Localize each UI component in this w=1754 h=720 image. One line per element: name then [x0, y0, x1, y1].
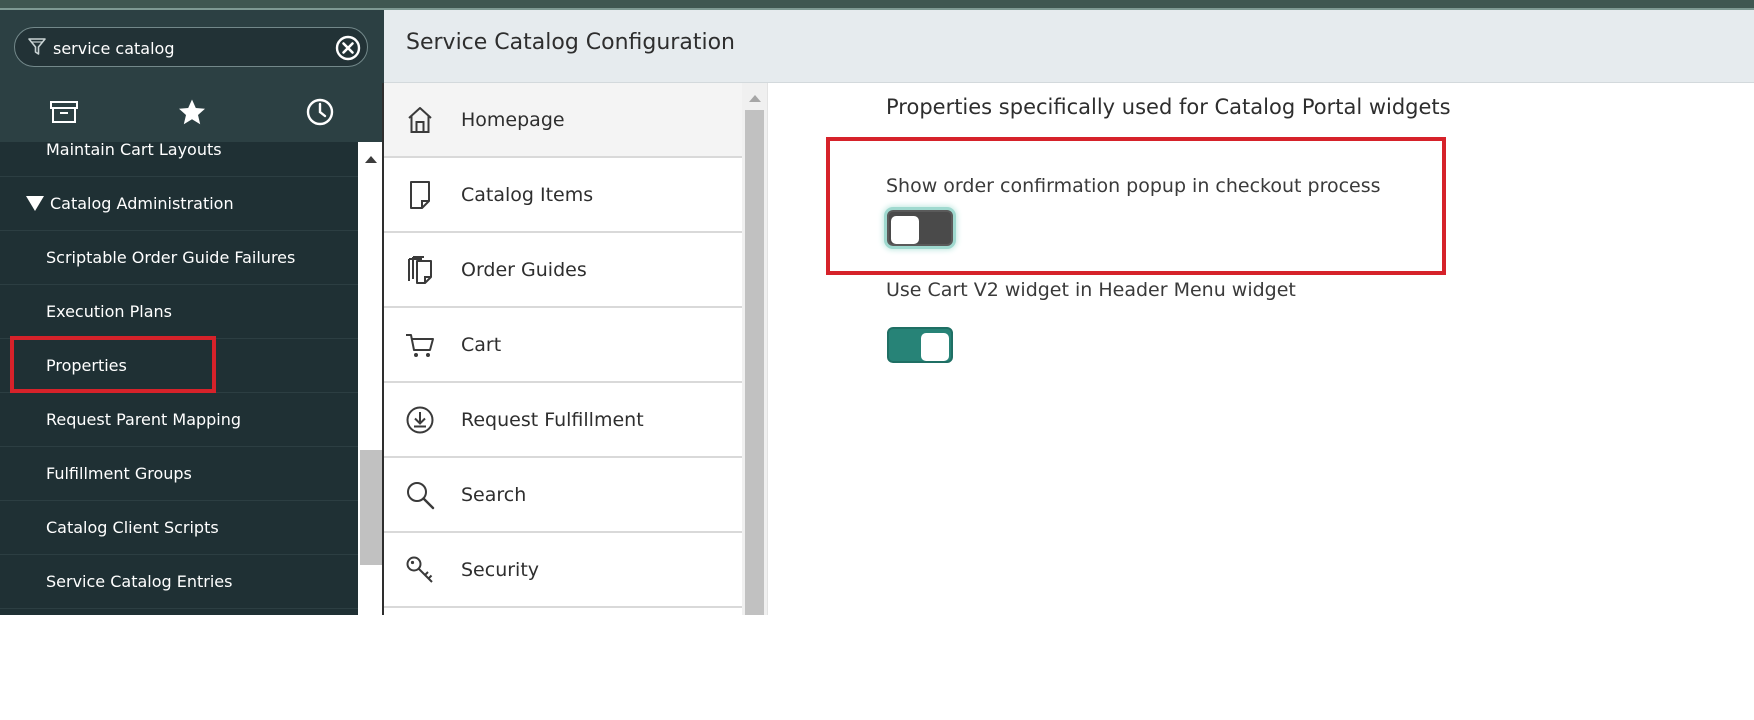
nav-item-label: Maintain Cart Layouts	[46, 142, 222, 159]
menu-item-label: Search	[461, 483, 527, 506]
menu-item-label: Catalog Items	[461, 183, 594, 206]
nav-item-label: Execution Plans	[46, 302, 172, 321]
scroll-up-arrow-icon[interactable]	[365, 156, 377, 163]
filter-input[interactable]	[53, 36, 333, 60]
menu-item-label: Request Fulfillment	[461, 408, 644, 431]
menu-item-label: Security	[461, 558, 540, 581]
catalog-menu-scrollbar[interactable]	[742, 83, 767, 615]
star-icon	[177, 98, 207, 130]
top-banner	[0, 0, 1754, 10]
nav-group-label: Catalog Administration	[50, 194, 234, 213]
highlight-box	[826, 137, 1446, 275]
tab-all-applications[interactable]	[0, 92, 128, 136]
cart-v2-widget-toggle[interactable]	[887, 327, 953, 363]
nav-group-catalog-administration[interactable]: Catalog Administration	[0, 177, 358, 231]
tab-history[interactable]	[256, 92, 384, 136]
menu-item-catalog-items[interactable]: Catalog Items	[384, 158, 742, 233]
archive-icon	[49, 99, 79, 129]
nav-item-label: Fulfillment Groups	[46, 464, 192, 483]
filter-bar	[0, 10, 384, 86]
clock-icon	[305, 97, 335, 131]
filter-icon	[27, 36, 47, 58]
search-icon	[404, 479, 436, 511]
document-icon	[404, 179, 436, 211]
property-label: Use Cart V2 widget in Header Menu widget	[886, 279, 1296, 301]
navigator-tabs	[0, 86, 384, 142]
menu-item-security[interactable]: Security	[384, 533, 742, 608]
page-header: Service Catalog Configuration	[384, 10, 1754, 83]
navigator-scrollbar[interactable]	[358, 142, 384, 615]
catalog-config-menu: Homepage Catalog Items Order Guides Cart…	[384, 83, 742, 615]
nav-item-execution-plans[interactable]: Execution Plans	[0, 285, 358, 339]
nav-item-label: Request Parent Mapping	[46, 410, 242, 429]
expand-triangle-icon	[26, 196, 44, 211]
nav-item-label: Scriptable Order Guide Failures	[46, 248, 296, 267]
nav-item-scriptable-order-guide-failures[interactable]: Scriptable Order Guide Failures	[0, 231, 358, 285]
menu-item-label: Homepage	[461, 108, 565, 131]
nav-item-maintain-cart-layouts[interactable]: Maintain Cart Layouts	[0, 142, 358, 177]
clear-filter-icon[interactable]	[335, 35, 361, 61]
scrollbar-thumb[interactable]	[360, 450, 382, 565]
nav-item-label: Service Catalog Entries	[46, 572, 233, 591]
highlight-box	[10, 336, 216, 393]
tab-favorites[interactable]	[128, 92, 256, 136]
scrollbar-thumb[interactable]	[745, 110, 764, 615]
menu-item-cart[interactable]: Cart	[384, 308, 742, 383]
nav-item-service-catalog-entries[interactable]: Service Catalog Entries	[0, 555, 358, 609]
nav-item-catalog-client-scripts[interactable]: Catalog Client Scripts	[0, 501, 358, 555]
menu-item-homepage[interactable]: Homepage	[384, 83, 742, 158]
menu-item-request-fulfillment[interactable]: Request Fulfillment	[384, 383, 742, 458]
page-title: Service Catalog Configuration	[406, 30, 735, 55]
nav-item-label: Catalog Client Scripts	[46, 518, 219, 537]
documents-icon	[404, 254, 436, 286]
section-title: Properties specifically used for Catalog…	[886, 95, 1451, 119]
menu-item-label: Cart	[461, 333, 502, 356]
cart-icon	[404, 329, 436, 361]
key-icon	[404, 554, 436, 586]
menu-item-search[interactable]: Search	[384, 458, 742, 533]
menu-item-order-guides[interactable]: Order Guides	[384, 233, 742, 308]
menu-item-label: Order Guides	[461, 258, 587, 281]
scroll-up-arrow-icon[interactable]	[749, 95, 761, 102]
filter-box[interactable]	[14, 27, 368, 67]
toggle-knob	[921, 333, 949, 361]
home-icon	[404, 104, 436, 136]
nav-item-fulfillment-groups[interactable]: Fulfillment Groups	[0, 447, 358, 501]
download-icon	[404, 404, 436, 436]
nav-item-request-parent-mapping[interactable]: Request Parent Mapping	[0, 393, 358, 447]
application-navigator: Maintain Cart Layouts Catalog Administra…	[0, 10, 384, 615]
